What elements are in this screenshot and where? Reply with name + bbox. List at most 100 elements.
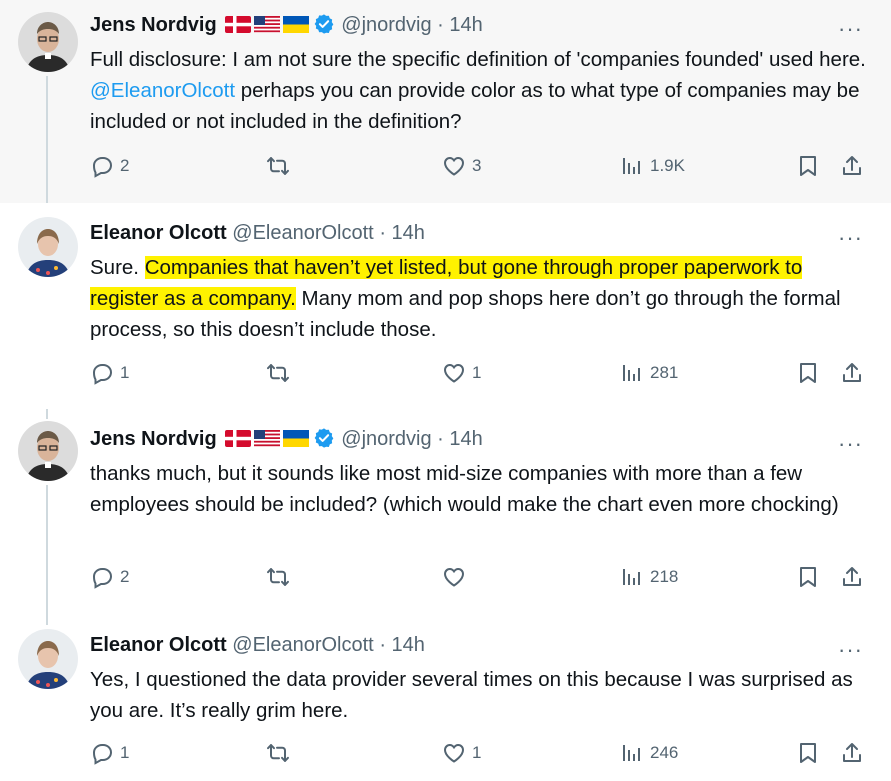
thread-line bbox=[46, 76, 48, 203]
like-button[interactable]: 3 bbox=[442, 154, 481, 178]
verified-badge-icon[interactable] bbox=[313, 13, 335, 35]
author-handle[interactable]: @jnordvig bbox=[341, 14, 431, 36]
author-handle[interactable]: @EleanorOlcott bbox=[232, 634, 373, 656]
heart-icon bbox=[442, 361, 466, 385]
timestamp[interactable]: 14h bbox=[449, 14, 482, 36]
share-icon bbox=[840, 361, 864, 385]
denmark-flag-icon bbox=[225, 430, 251, 447]
avatar-eleanor[interactable] bbox=[18, 629, 78, 689]
reply-button[interactable]: 1 bbox=[90, 361, 129, 385]
reply-button[interactable]: 2 bbox=[90, 154, 129, 178]
reply-count: 2 bbox=[120, 156, 130, 175]
avatar-jens[interactable] bbox=[18, 12, 78, 72]
ukraine-flag-icon bbox=[283, 430, 309, 447]
more-options-icon[interactable]: ··· bbox=[838, 639, 863, 661]
bookmark-button[interactable] bbox=[796, 565, 826, 589]
more-options-icon[interactable]: ··· bbox=[838, 18, 863, 40]
reply-icon bbox=[90, 565, 114, 589]
reply-count: 1 bbox=[120, 743, 130, 762]
bar-chart-icon bbox=[620, 565, 644, 589]
retweet-button[interactable] bbox=[266, 565, 296, 589]
retweet-button[interactable] bbox=[266, 361, 296, 385]
retweet-button[interactable] bbox=[266, 154, 296, 178]
views-button[interactable]: 246 bbox=[620, 741, 678, 765]
action-bar: 2 218 bbox=[90, 565, 867, 595]
mention-link[interactable]: @EleanorOlcott bbox=[90, 79, 235, 102]
reply-button[interactable]: 2 bbox=[90, 565, 129, 589]
timestamp[interactable]: 14h bbox=[449, 428, 482, 450]
heart-icon bbox=[442, 154, 466, 178]
verified-badge-icon[interactable] bbox=[313, 427, 335, 449]
bar-chart-icon bbox=[620, 741, 644, 765]
reply-count: 2 bbox=[120, 567, 130, 586]
like-button[interactable]: 1 bbox=[442, 361, 481, 385]
tweet-header: Jens Nordvig @jnordvig · 14h bbox=[90, 426, 483, 452]
separator-dot: · bbox=[437, 428, 444, 450]
thread-line bbox=[46, 485, 48, 615]
heart-icon bbox=[442, 565, 466, 589]
views-button[interactable]: 281 bbox=[620, 361, 678, 385]
ukraine-flag-icon bbox=[283, 16, 309, 33]
more-options-icon[interactable]: ··· bbox=[838, 433, 863, 455]
share-icon bbox=[840, 154, 864, 178]
like-button[interactable] bbox=[442, 565, 472, 589]
view-count: 281 bbox=[650, 363, 679, 382]
tweet-header: Jens Nordvig @jnordvig · 14h bbox=[90, 12, 483, 38]
share-icon bbox=[840, 565, 864, 589]
reply-icon bbox=[90, 154, 114, 178]
view-count: 1.9K bbox=[650, 156, 685, 175]
view-count: 246 bbox=[650, 743, 679, 762]
author-name[interactable]: Eleanor Olcott bbox=[90, 634, 227, 656]
reply-icon bbox=[90, 361, 114, 385]
share-button[interactable] bbox=[840, 741, 870, 765]
like-count: 3 bbox=[472, 156, 482, 175]
tweet-1[interactable]: Jens Nordvig @jnordvig · 14h ··· Full di… bbox=[0, 0, 891, 203]
thread-line bbox=[46, 615, 48, 625]
tweet-text: Yes, I questioned the data provider seve… bbox=[90, 668, 853, 722]
retweet-icon bbox=[266, 565, 290, 589]
views-button[interactable]: 218 bbox=[620, 565, 678, 589]
author-name[interactable]: Eleanor Olcott bbox=[90, 222, 227, 244]
bookmark-icon bbox=[796, 565, 820, 589]
bookmark-button[interactable] bbox=[796, 361, 826, 385]
usa-flag-icon bbox=[254, 16, 280, 33]
author-handle[interactable]: @EleanorOlcott bbox=[232, 222, 373, 244]
like-count: 1 bbox=[472, 743, 482, 762]
retweet-icon bbox=[266, 361, 290, 385]
tweet-3[interactable]: Jens Nordvig @jnordvig · 14h ··· thanks … bbox=[0, 409, 891, 615]
timestamp[interactable]: 14h bbox=[392, 634, 425, 656]
tweet-text: Sure. Companies that haven’t yet listed,… bbox=[90, 256, 841, 341]
usa-flag-icon bbox=[254, 430, 280, 447]
separator-dot: · bbox=[379, 222, 386, 244]
bookmark-button[interactable] bbox=[796, 154, 826, 178]
action-bar: 1 1 246 bbox=[90, 741, 867, 771]
share-button[interactable] bbox=[840, 565, 870, 589]
bookmark-icon bbox=[796, 154, 820, 178]
like-count: 1 bbox=[472, 363, 482, 382]
heart-icon bbox=[442, 741, 466, 765]
bar-chart-icon bbox=[620, 361, 644, 385]
reply-button[interactable]: 1 bbox=[90, 741, 129, 765]
bar-chart-icon bbox=[620, 154, 644, 178]
thread-line bbox=[46, 409, 48, 419]
more-options-icon[interactable]: ··· bbox=[838, 227, 863, 249]
tweet-header: Eleanor Olcott @EleanorOlcott · 14h bbox=[90, 632, 425, 658]
author-name[interactable]: Jens Nordvig bbox=[90, 14, 217, 36]
bookmark-button[interactable] bbox=[796, 741, 826, 765]
views-button[interactable]: 1.9K bbox=[620, 154, 685, 178]
retweet-button[interactable] bbox=[266, 741, 296, 765]
avatar-jens[interactable] bbox=[18, 421, 78, 481]
tweet-4[interactable]: Eleanor Olcott @EleanorOlcott · 14h ··· … bbox=[0, 615, 891, 781]
tweet-text: Full disclosure: I am not sure the speci… bbox=[90, 48, 866, 133]
share-button[interactable] bbox=[840, 361, 870, 385]
like-button[interactable]: 1 bbox=[442, 741, 481, 765]
timestamp[interactable]: 14h bbox=[392, 222, 425, 244]
tweet-2[interactable]: Eleanor Olcott @EleanorOlcott · 14h ··· … bbox=[0, 203, 891, 409]
avatar-eleanor[interactable] bbox=[18, 217, 78, 277]
author-handle[interactable]: @jnordvig bbox=[341, 428, 431, 450]
reply-count: 1 bbox=[120, 363, 130, 382]
author-name[interactable]: Jens Nordvig bbox=[90, 428, 217, 450]
tweet-header: Eleanor Olcott @EleanorOlcott · 14h bbox=[90, 220, 425, 246]
action-bar: 2 3 1.9K bbox=[90, 154, 867, 184]
share-button[interactable] bbox=[840, 154, 870, 178]
